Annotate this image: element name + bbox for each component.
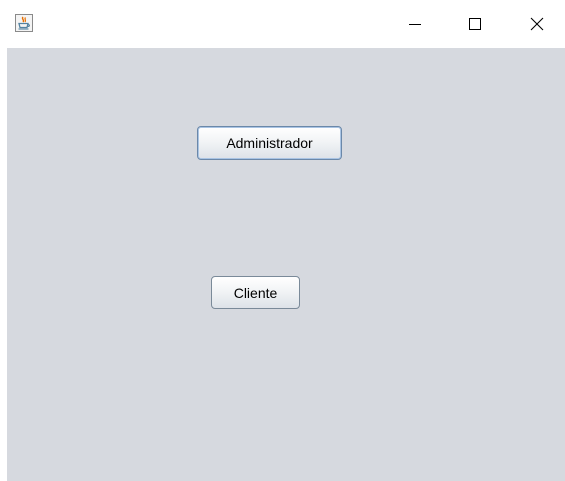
cliente-button[interactable]: Cliente [211,276,300,309]
java-cup-icon[interactable] [15,14,33,32]
minimize-button[interactable] [393,6,437,42]
close-button[interactable] [515,6,559,42]
maximize-button[interactable] [453,6,497,42]
title-bar[interactable] [0,0,565,48]
administrador-button[interactable]: Administrador [197,126,342,160]
minimize-icon [409,24,421,25]
maximize-icon [469,18,481,30]
content-panel: Administrador Cliente [7,48,565,481]
close-icon [530,17,544,31]
application-window: Administrador Cliente [0,0,565,481]
